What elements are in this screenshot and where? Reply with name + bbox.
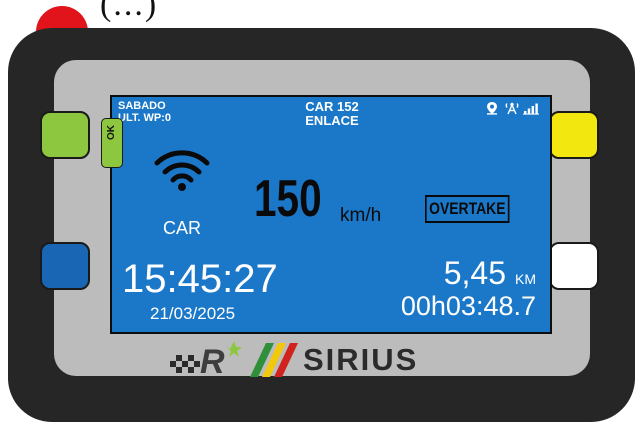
checkered-flag-icon (170, 355, 200, 373)
location-pin-icon (487, 102, 497, 115)
speed-value: 150 (254, 170, 322, 228)
top-right-yellow-button[interactable] (549, 111, 599, 159)
link-status-label: ENLACE (305, 113, 359, 128)
wifi-icon (154, 150, 210, 191)
bottom-right-white-button[interactable] (549, 242, 599, 290)
clock-time: 15:45:27 (122, 257, 278, 301)
clock-date: 21/03/2025 (150, 304, 236, 323)
ok-button[interactable]: OK (101, 118, 123, 168)
speed-unit: km/h (340, 205, 382, 226)
car-id-label: CAR 152 (305, 99, 359, 114)
brand-name: SIRIUS (303, 342, 419, 377)
antenna-icon (505, 102, 519, 115)
ok-label: OK (106, 125, 117, 140)
connection-source-label: CAR (162, 218, 201, 238)
distance-unit: KM (515, 271, 536, 287)
bottom-left-blue-button[interactable] (40, 242, 90, 290)
display-screen: SABADO ULT. WP:0 CAR 152 ENLACE CAR 150 … (110, 95, 552, 334)
elapsed-time: 00h03:48.7 (400, 291, 536, 321)
brand-logo-icon: R (170, 341, 298, 381)
distance-value: 5,45 (443, 255, 506, 291)
logo-letter: R (200, 343, 225, 381)
status-icon-group (487, 102, 539, 115)
star-icon (226, 341, 242, 357)
last-waypoint-label: ULT. WP:0 (118, 112, 171, 124)
overtake-alert: OVERTAKE (425, 195, 510, 223)
cropped-header-label: (...) (100, 0, 159, 23)
day-label: SABADO (118, 100, 166, 112)
top-left-green-button[interactable] (40, 111, 90, 159)
signal-bars-icon (523, 103, 539, 115)
